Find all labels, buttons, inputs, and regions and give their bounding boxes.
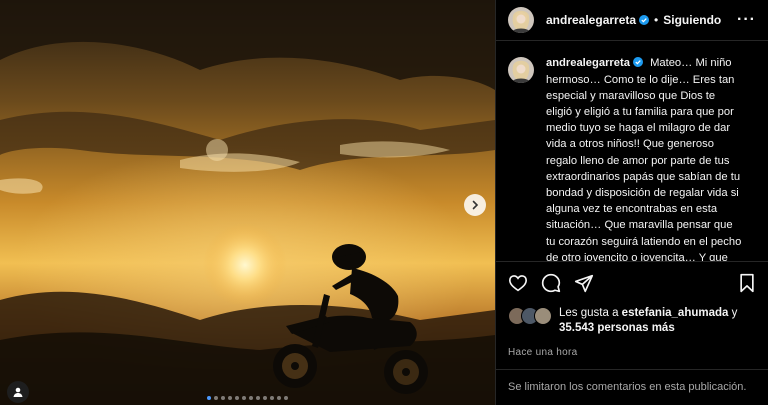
chevron-right-icon — [472, 200, 479, 210]
carousel-dot — [249, 396, 253, 400]
more-options-icon[interactable]: ··· — [737, 11, 756, 29]
carousel-dot — [207, 396, 211, 400]
post-sidebar: andrealegarreta • Siguiendo ··· andreale… — [495, 0, 768, 405]
post-image[interactable] — [0, 0, 495, 405]
comments-disabled-notice: Se limitaron los comentarios en esta pub… — [496, 368, 768, 405]
heart-icon — [508, 275, 528, 292]
carousel-dot — [214, 396, 218, 400]
caption-username[interactable]: andrealegarreta — [546, 57, 630, 69]
avatar[interactable] — [508, 7, 534, 34]
liker-avatars — [508, 307, 552, 326]
comment-icon — [541, 274, 561, 293]
verified-badge-icon — [632, 57, 643, 68]
motocross-sunset-image — [0, 0, 495, 405]
likes-summary: Les gusta a estefania_ahumada y 35.543 p… — [496, 304, 768, 341]
carousel-dot — [221, 396, 225, 400]
likes-and: y — [731, 307, 738, 320]
likes-prefix: Les gusta a — [559, 307, 619, 320]
caption-body: Mateo… Mi niño hermoso… Como te lo dije…… — [546, 57, 742, 262]
bookmark-icon — [740, 274, 754, 293]
separator-dot: • — [654, 13, 659, 28]
carousel-indicators — [0, 396, 495, 400]
save-button[interactable] — [738, 273, 756, 293]
carousel-dot — [277, 396, 281, 400]
carousel-dot — [263, 396, 267, 400]
caption: andrealegarreta Mateo… Mi niño hermoso… … — [496, 41, 768, 261]
carousel-dot — [284, 396, 288, 400]
send-icon — [574, 274, 594, 292]
caption-avatar[interactable] — [508, 57, 534, 84]
action-bar — [496, 261, 768, 304]
carousel-dot — [242, 396, 246, 400]
caption-text: andrealegarreta Mateo… Mi niño hermoso… … — [546, 55, 742, 261]
carousel-dot — [256, 396, 260, 400]
share-button[interactable] — [574, 274, 594, 293]
carousel-dot — [270, 396, 274, 400]
avatar — [534, 307, 552, 326]
comment-button[interactable] — [541, 273, 561, 293]
carousel-next-button[interactable] — [464, 194, 486, 216]
carousel-dot — [228, 396, 232, 400]
carousel-dot — [235, 396, 239, 400]
post-timestamp[interactable]: Hace una hora — [496, 342, 768, 369]
post-dialog: andrealegarreta • Siguiendo ··· andreale… — [0, 0, 768, 405]
like-button[interactable] — [508, 274, 528, 292]
likes-text: Les gusta a estefania_ahumada y 35.543 p… — [559, 306, 737, 336]
liker-username-link[interactable]: estefania_ahumada — [622, 307, 729, 319]
post-header: andrealegarreta • Siguiendo ··· — [496, 0, 768, 42]
likes-count-link[interactable]: 35.543 personas más — [559, 322, 675, 334]
username-link[interactable]: andrealegarreta — [546, 13, 636, 27]
following-button[interactable]: Siguiendo — [663, 13, 721, 27]
verified-badge-icon — [639, 15, 650, 26]
